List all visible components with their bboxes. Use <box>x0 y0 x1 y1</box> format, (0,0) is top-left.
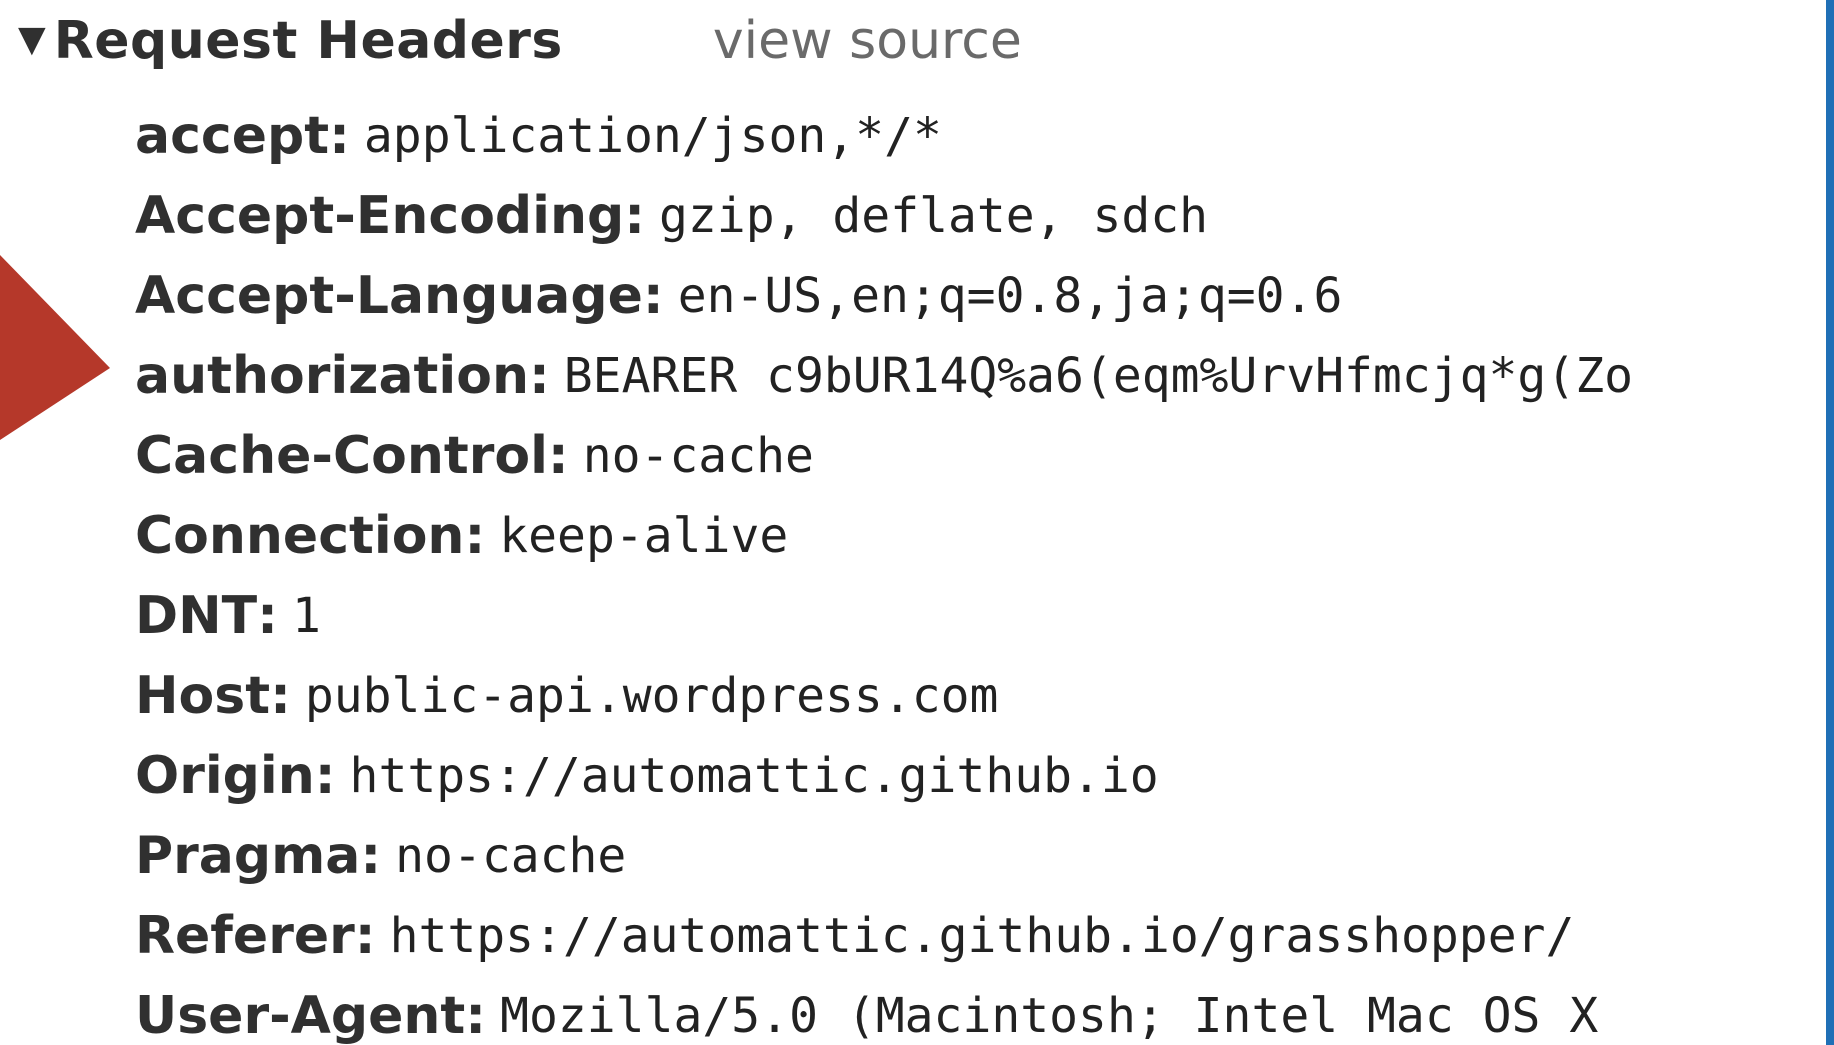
header-value: 1 <box>291 588 321 644</box>
header-value: https://automattic.github.io/grasshopper… <box>389 908 1575 964</box>
header-name: authorization <box>135 346 529 406</box>
header-colon: : <box>270 666 291 726</box>
header-colon: : <box>360 826 382 886</box>
header-value: en-US,en;q=0.8,ja;q=0.6 <box>677 268 1343 324</box>
header-name: Pragma <box>135 826 361 886</box>
header-row-cache-control: Cache-Control: no-cache <box>135 416 1633 496</box>
header-colon: : <box>257 586 278 646</box>
view-source-link[interactable]: view source <box>713 11 1022 71</box>
header-row-dnt: DNT: 1 <box>135 576 1633 656</box>
header-colon: : <box>624 186 645 246</box>
header-value: application/json,*/* <box>363 108 942 164</box>
header-colon: : <box>354 906 376 966</box>
header-colon: : <box>528 346 550 406</box>
header-name: Origin <box>135 746 315 806</box>
header-name: DNT <box>135 586 258 646</box>
request-headers-panel: ▼ Request Headers view source accept: ap… <box>0 0 1826 1045</box>
header-value: gzip, deflate, sdch <box>659 188 1209 244</box>
panel-edge-bar <box>1826 0 1834 1045</box>
header-row-host: Host: public-api.wordpress.com <box>135 656 1633 736</box>
header-name: Referer <box>135 906 355 966</box>
header-name: Host <box>135 666 271 726</box>
header-value: BEARER c9bUR14Q%a6(eqm%UrvHfmcjq*g(Zo <box>563 348 1634 404</box>
header-name: Accept-Encoding <box>135 186 625 246</box>
header-row-accept: accept: application/json,*/* <box>135 96 1633 176</box>
headers-list: accept: application/json,*/* Accept-Enco… <box>135 96 1633 1045</box>
header-value: keep-alive <box>499 508 789 564</box>
header-colon: : <box>329 106 350 166</box>
header-value: no-cache <box>582 428 814 484</box>
header-name: User-Agent <box>135 986 466 1045</box>
header-row-referer: Referer: https://automattic.github.io/gr… <box>135 896 1633 976</box>
header-value: https://automattic.github.io <box>349 748 1159 804</box>
disclosure-triangle-down-icon[interactable]: ▼ <box>18 19 46 60</box>
header-name: accept <box>135 106 330 166</box>
header-colon: : <box>547 426 569 486</box>
header-row-accept-language: Accept-Language: en-US,en;q=0.8,ja;q=0.6 <box>135 256 1633 336</box>
header-colon: : <box>465 986 487 1045</box>
header-value: Mozilla/5.0 (Macintosh; Intel Mac OS X <box>500 988 1599 1044</box>
header-name: Connection <box>135 506 465 566</box>
header-row-accept-encoding: Accept-Encoding: gzip, deflate, sdch <box>135 176 1633 256</box>
header-row-pragma: Pragma: no-cache <box>135 816 1633 896</box>
header-row-authorization: authorization: BEARER c9bUR14Q%a6(eqm%Ur… <box>135 336 1633 416</box>
header-row-origin: Origin: https://automattic.github.io <box>135 736 1633 816</box>
header-name: Cache-Control <box>135 426 548 486</box>
header-colon: : <box>464 506 486 566</box>
header-name: Accept-Language <box>135 266 643 326</box>
header-row-connection: Connection: keep-alive <box>135 496 1633 576</box>
header-row-user-agent: User-Agent: Mozilla/5.0 (Macintosh; Inte… <box>135 976 1633 1045</box>
request-headers-section-header[interactable]: ▼ Request Headers view source <box>18 6 1022 76</box>
header-value: no-cache <box>395 828 627 884</box>
section-title[interactable]: Request Headers <box>54 11 563 71</box>
header-colon: : <box>642 266 664 326</box>
header-colon: : <box>314 746 336 806</box>
header-value: public-api.wordpress.com <box>304 668 999 724</box>
